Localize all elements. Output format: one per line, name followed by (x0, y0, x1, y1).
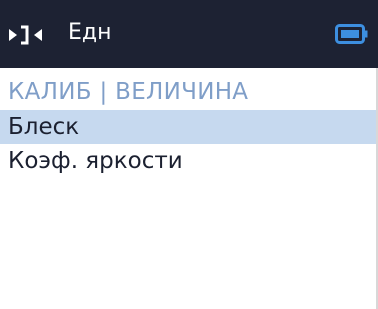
menu-item-gloss[interactable]: Блеск (0, 110, 378, 144)
device-screen: Едн КАЛИБ | ВЕЛИЧИНА Блеск Коэф. яркости (0, 0, 378, 309)
section-heading: КАЛИБ | ВЕЛИЧИНА (8, 79, 249, 105)
status-bar: Едн (0, 0, 378, 68)
battery-icon (335, 24, 369, 44)
menu-item-brightness-coefficient[interactable]: Коэф. яркости (0, 144, 378, 178)
header-title: Едн (68, 20, 112, 45)
menu-list: Блеск Коэф. яркости (0, 110, 378, 178)
nav-arrows-icon[interactable] (8, 24, 62, 46)
